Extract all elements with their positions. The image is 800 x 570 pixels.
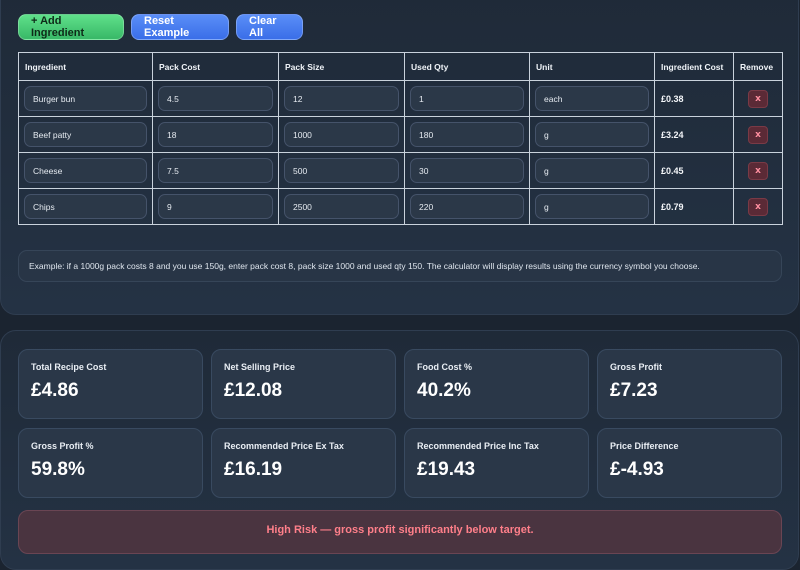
clear-all-button[interactable]: Clear All — [236, 14, 303, 40]
header-remove: Remove — [733, 52, 783, 81]
ingredient-name-input[interactable]: Beef patty — [24, 122, 147, 147]
metric-label: Food Cost % — [417, 362, 472, 372]
remove-button[interactable]: x — [748, 197, 768, 216]
ingredient-name-input[interactable]: Burger bun — [24, 86, 147, 111]
header-ingredient: Ingredient — [18, 52, 153, 81]
reset-example-button[interactable]: Reset Example — [131, 14, 229, 40]
pack-cost-input[interactable]: 9 — [158, 194, 273, 219]
pack-cost-input[interactable]: 4.5 — [158, 86, 273, 111]
metric-value: £7.23 — [610, 380, 658, 401]
unit-input[interactable]: g — [535, 158, 649, 183]
used-qty-input[interactable]: 30 — [410, 158, 524, 183]
used-qty-input[interactable]: 180 — [410, 122, 524, 147]
pack-cost-input[interactable]: 18 — [158, 122, 273, 147]
header-pack-cost: Pack Cost — [152, 52, 279, 81]
risk-status-banner: High Risk — gross profit significantly b… — [18, 510, 782, 554]
used-qty-input[interactable]: 220 — [410, 194, 524, 219]
metric-total-recipe-cost: Total Recipe Cost £4.86 — [18, 349, 203, 419]
add-ingredient-button[interactable]: + Add Ingredient — [18, 14, 124, 40]
metric-net-selling-price: Net Selling Price £12.08 — [211, 349, 396, 419]
example-hint: Example: if a 1000g pack costs 8 and you… — [18, 250, 782, 282]
ingredient-cost-value: £0.45 — [654, 152, 734, 189]
metric-label: Gross Profit % — [31, 441, 94, 451]
used-qty-input[interactable]: 1 — [410, 86, 524, 111]
unit-input[interactable]: each — [535, 86, 649, 111]
ingredient-cost-value: £3.24 — [654, 116, 734, 153]
metric-label: Price Difference — [610, 441, 679, 451]
remove-button[interactable]: x — [748, 125, 768, 144]
metric-gross-profit: Gross Profit £7.23 — [597, 349, 782, 419]
metric-value: £4.86 — [31, 380, 79, 401]
metric-value: 40.2% — [417, 380, 471, 401]
pack-size-input[interactable]: 2500 — [284, 194, 399, 219]
metric-label: Gross Profit — [610, 362, 663, 372]
remove-button[interactable]: x — [748, 89, 768, 108]
table-row: Burger bun 4.5 12 1 each £0.38 x — [18, 80, 783, 117]
metric-value: £12.08 — [224, 380, 283, 401]
ingredient-cost-value: £0.79 — [654, 188, 734, 225]
header-pack-size: Pack Size — [278, 52, 405, 81]
toolbar: + Add Ingredient Reset Example Clear All — [18, 14, 303, 40]
pack-size-input[interactable]: 12 — [284, 86, 399, 111]
table-row: Beef patty 18 1000 180 g £3.24 x — [18, 116, 783, 153]
pack-cost-input[interactable]: 7.5 — [158, 158, 273, 183]
metric-gross-profit-percent: Gross Profit % 59.8% — [18, 428, 203, 498]
header-unit: Unit — [529, 52, 655, 81]
header-ingredient-cost: Ingredient Cost — [654, 52, 734, 81]
metric-label: Total Recipe Cost — [31, 362, 107, 372]
metric-value: £19.43 — [417, 459, 476, 480]
ingredient-name-input[interactable]: Cheese — [24, 158, 147, 183]
ingredient-cost-value: £0.38 — [654, 80, 734, 117]
metric-label: Net Selling Price — [224, 362, 296, 372]
metric-label: Recommended Price Ex Tax — [224, 441, 344, 451]
metric-recommended-price-inc-tax: Recommended Price Inc Tax £19.43 — [404, 428, 589, 498]
metric-recommended-price-ex-tax: Recommended Price Ex Tax £16.19 — [211, 428, 396, 498]
metric-price-difference: Price Difference £-4.93 — [597, 428, 782, 498]
header-used-qty: Used Qty — [404, 52, 530, 81]
table-row: Chips 9 2500 220 g £0.79 x — [18, 188, 783, 225]
metric-value: 59.8% — [31, 459, 85, 480]
table-header-row: Ingredient Pack Cost Pack Size Used Qty … — [18, 52, 783, 81]
remove-button[interactable]: x — [748, 161, 768, 180]
unit-input[interactable]: g — [535, 194, 649, 219]
metric-value: £16.19 — [224, 459, 283, 480]
table-row: Cheese 7.5 500 30 g £0.45 x — [18, 152, 783, 189]
pack-size-input[interactable]: 500 — [284, 158, 399, 183]
metric-value: £-4.93 — [610, 459, 664, 480]
pack-size-input[interactable]: 1000 — [284, 122, 399, 147]
ingredients-table: Ingredient Pack Cost Pack Size Used Qty … — [18, 52, 783, 225]
metric-label: Recommended Price Inc Tax — [417, 441, 539, 451]
ingredient-name-input[interactable]: Chips — [24, 194, 147, 219]
metric-food-cost-percent: Food Cost % 40.2% — [404, 349, 589, 419]
unit-input[interactable]: g — [535, 122, 649, 147]
